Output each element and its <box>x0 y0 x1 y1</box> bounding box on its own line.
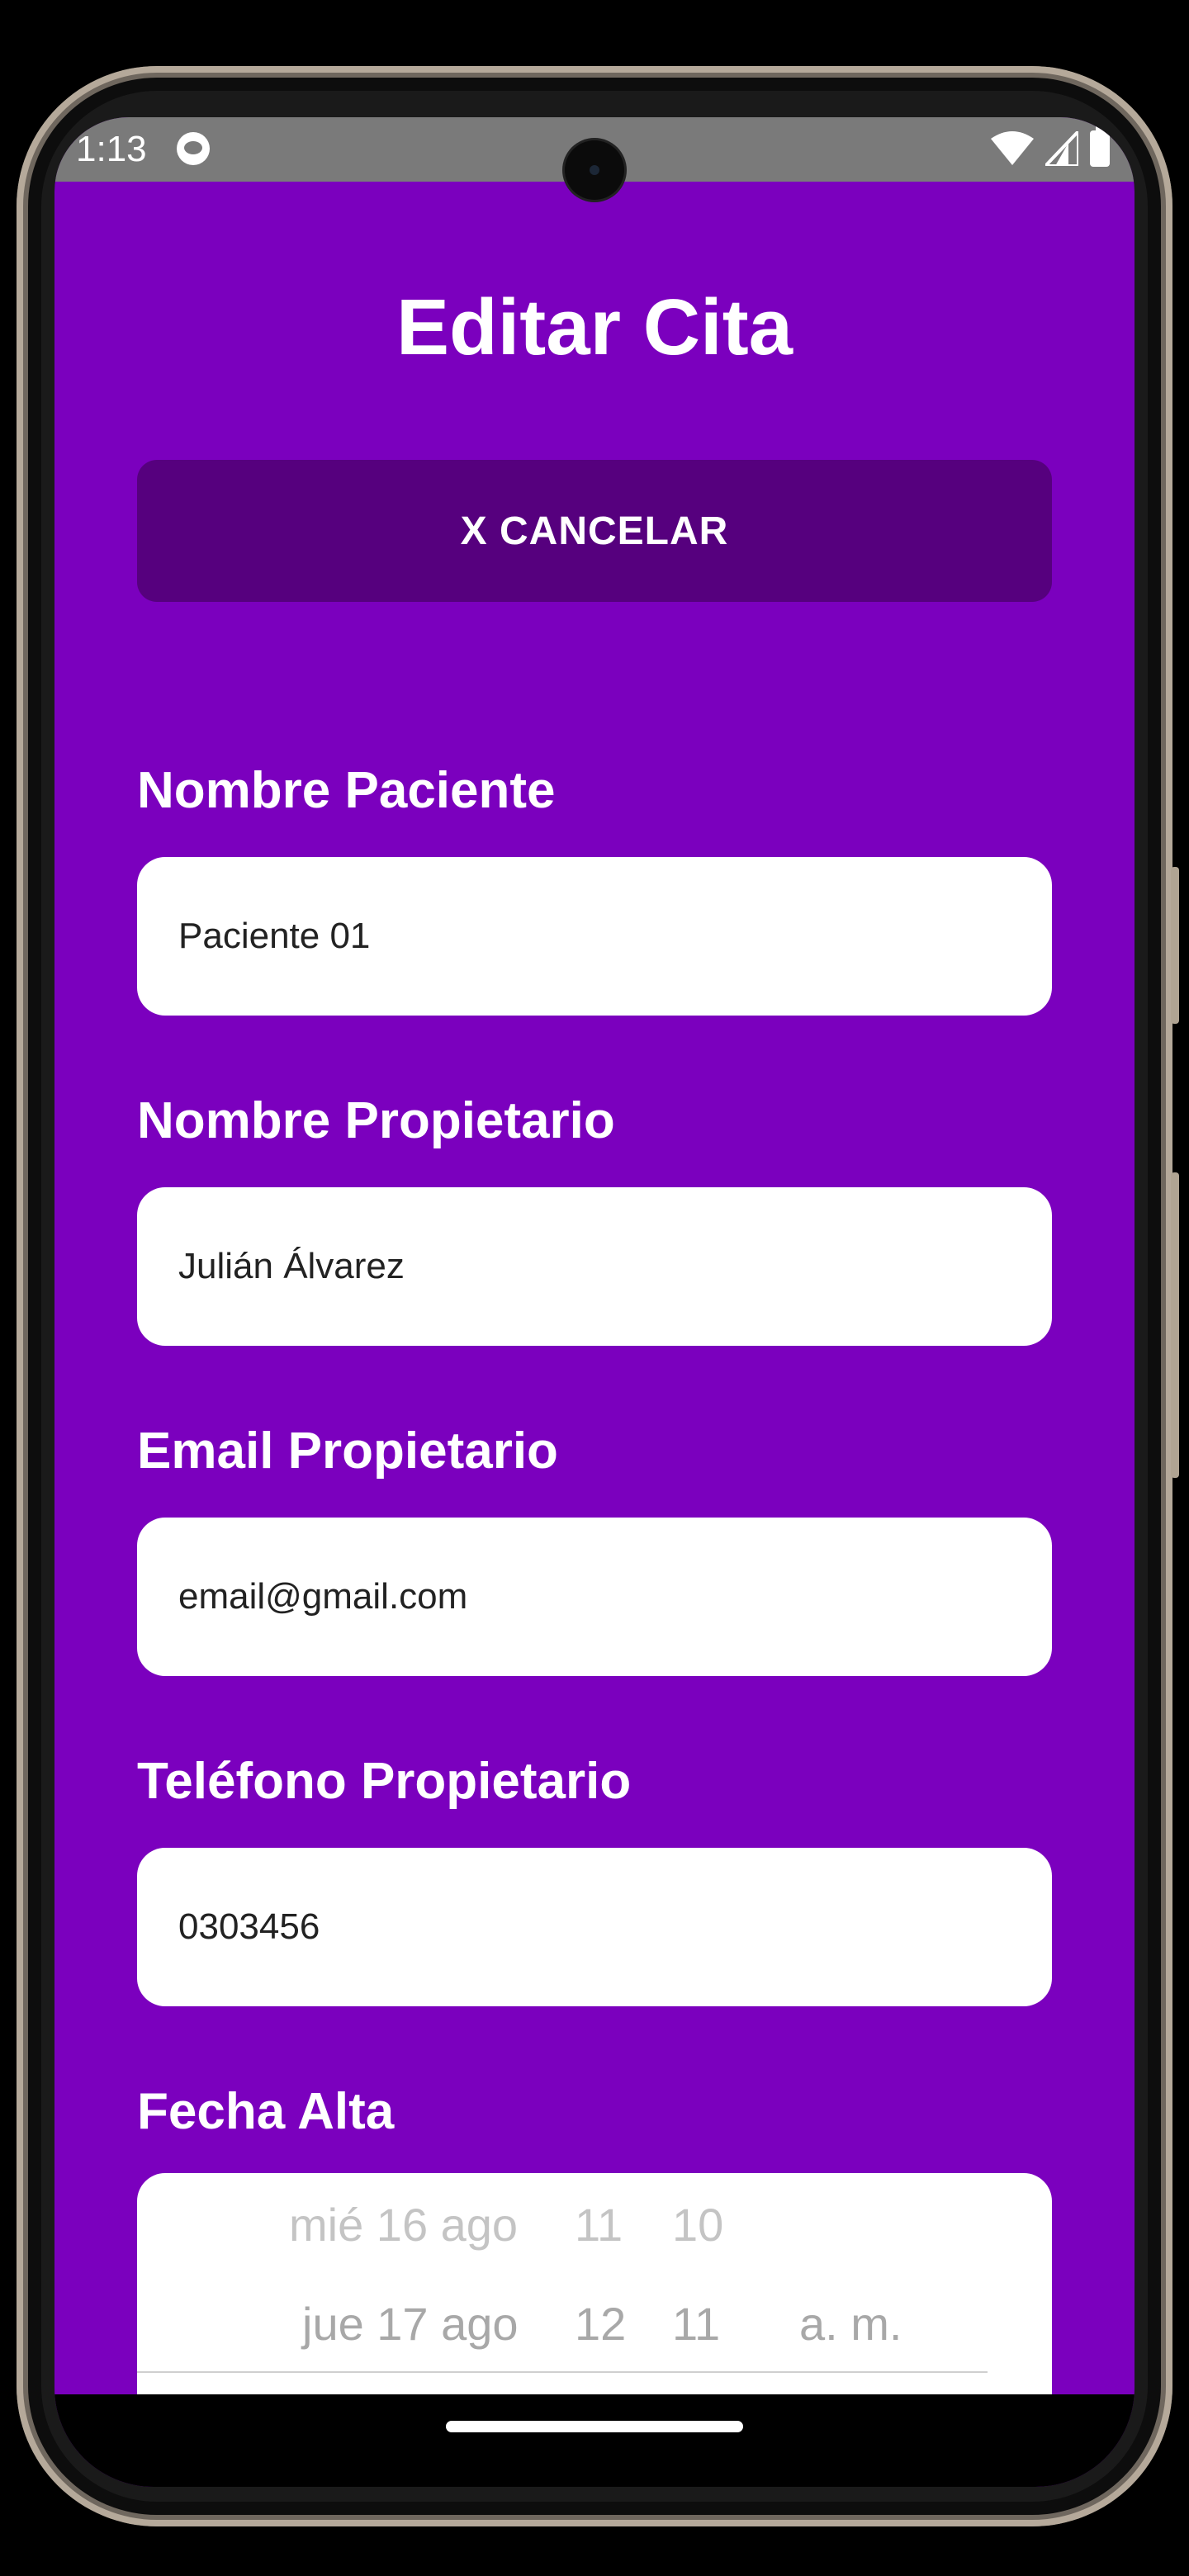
picker-minute: 11 <box>672 2298 721 2350</box>
status-time: 1:13 <box>76 129 147 169</box>
date-label: Fecha Alta <box>137 2083 395 2140</box>
signal-icon <box>1045 131 1078 166</box>
wifi-icon <box>991 131 1034 165</box>
power-button <box>1171 867 1179 1024</box>
picker-divider <box>137 2371 988 2373</box>
picker-row-current[interactable]: jue 17 ago 12 11 a. m. <box>137 2297 1052 2363</box>
owner-email-label: Email Propietario <box>137 1423 558 1480</box>
owner-phone-label: Teléfono Propietario <box>137 1753 632 1810</box>
app-screen: 1:13 Editar Cita X CANCELAR Nombre Pacie… <box>54 117 1135 2487</box>
picker-minute: 10 <box>672 2199 724 2251</box>
picker-period: a. m. <box>799 2298 902 2350</box>
picker-hour: 11 <box>575 2199 623 2251</box>
picker-hour: 12 <box>575 2298 627 2350</box>
owner-name-label: Nombre Propietario <box>137 1092 615 1149</box>
picker-date: jue 17 ago <box>302 2298 519 2350</box>
status-icons <box>991 125 1110 167</box>
patient-name-label: Nombre Paciente <box>137 762 556 819</box>
home-indicator[interactable] <box>446 2421 743 2432</box>
picker-date: mié 16 ago <box>289 2199 519 2251</box>
volume-button <box>1171 1172 1179 1478</box>
battery-icon <box>1090 125 1110 167</box>
notification-app-icon <box>177 132 210 165</box>
owner-email-input[interactable]: email@gmail.com <box>137 1518 1052 1676</box>
owner-phone-input[interactable]: 0303456 <box>137 1848 1052 2006</box>
picker-row-previous[interactable]: mié 16 ago 11 10 <box>137 2198 1052 2264</box>
page-title: Editar Cita <box>396 283 793 372</box>
patient-name-input[interactable]: Paciente 01 <box>137 857 1052 1016</box>
front-camera <box>565 140 624 200</box>
navigation-bar <box>54 2394 1135 2487</box>
owner-name-input[interactable]: Julián Álvarez <box>137 1187 1052 1346</box>
cancel-button[interactable]: X CANCELAR <box>137 460 1052 602</box>
